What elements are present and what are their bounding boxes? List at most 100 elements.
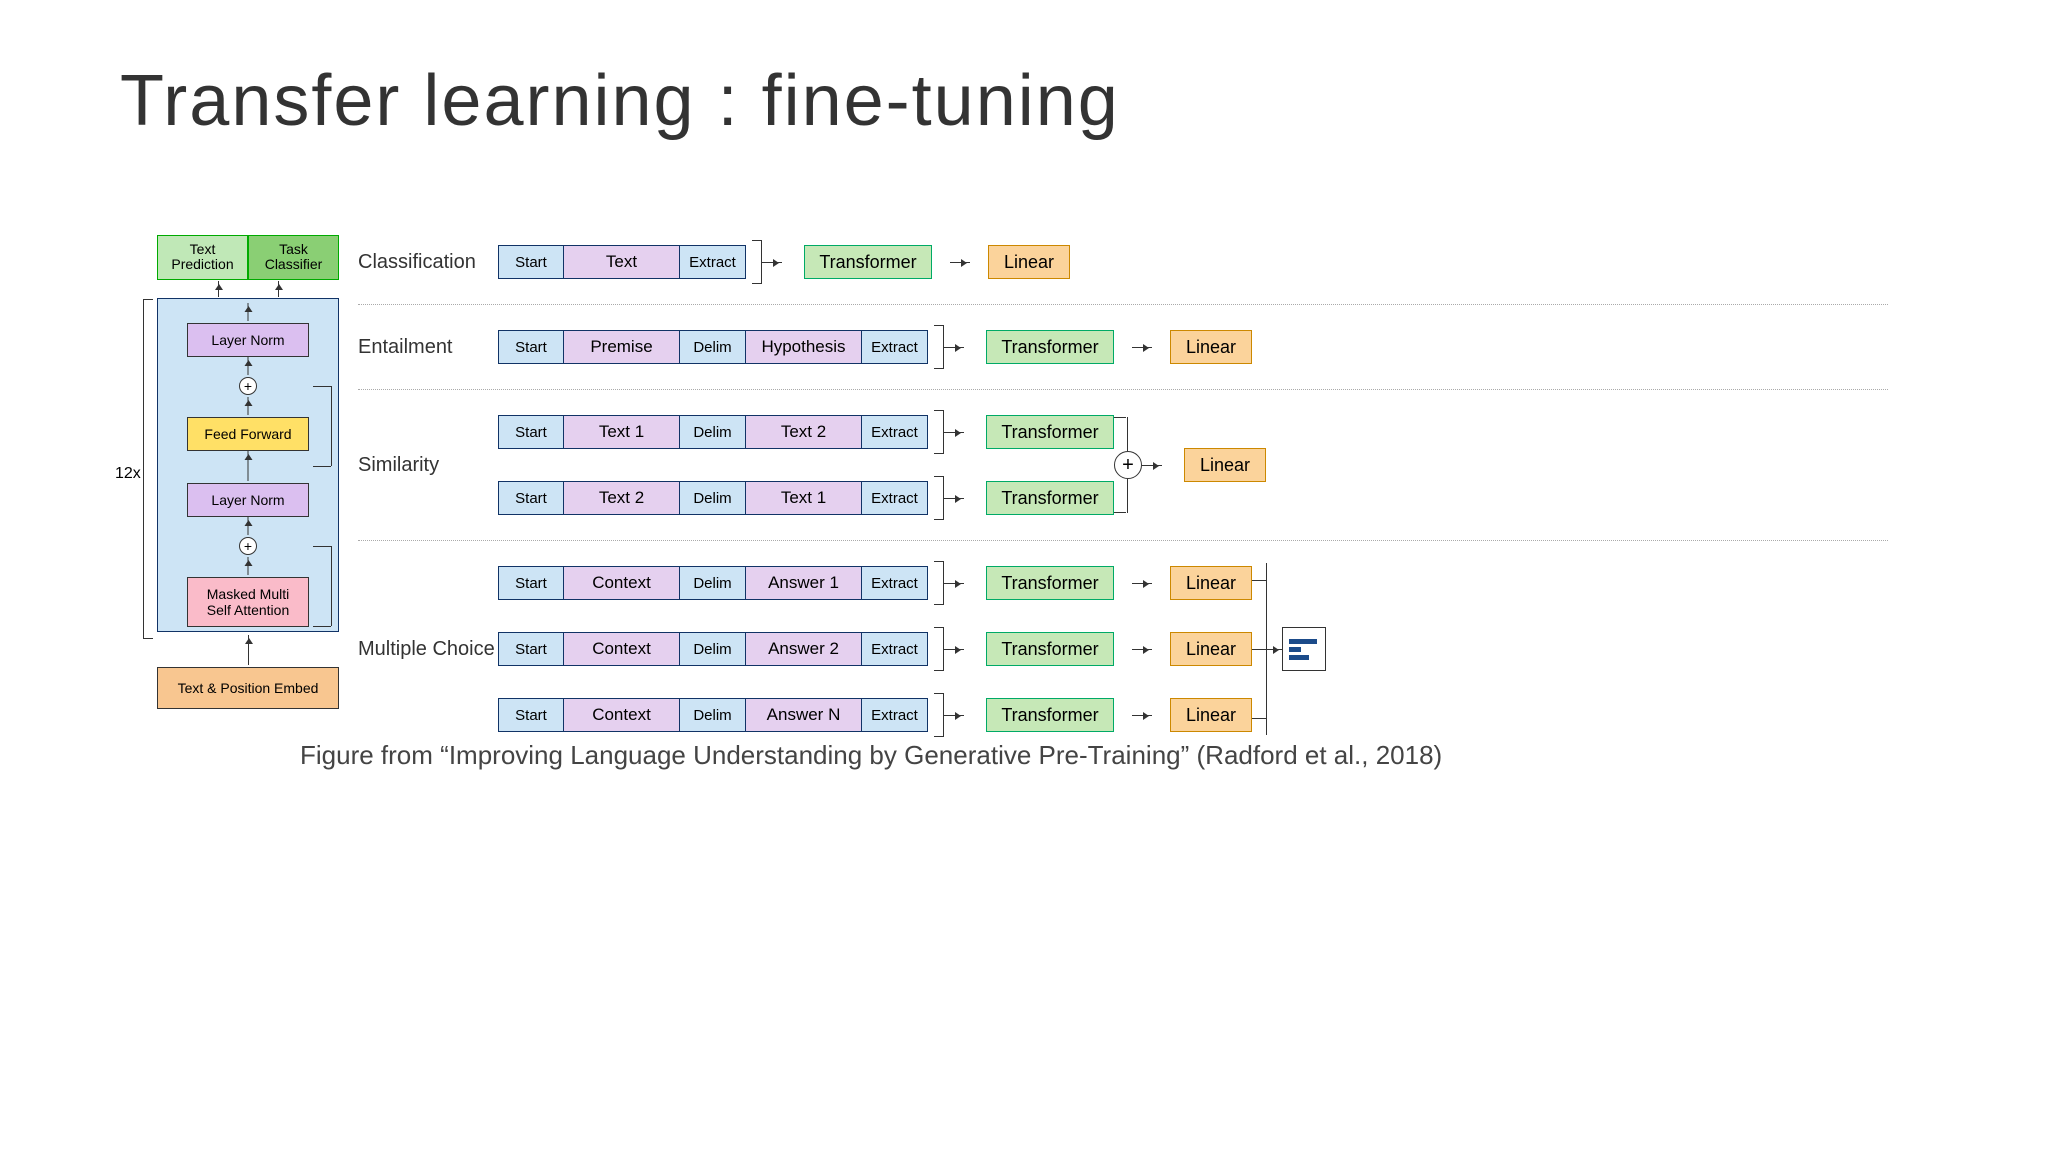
token-text1: Text 1 xyxy=(564,415,680,449)
feed-forward-box: Feed Forward xyxy=(187,417,309,451)
transformer-box: Transformer xyxy=(986,698,1114,732)
token-sequence: Start Context Delim Answer N Extract xyxy=(498,698,928,732)
bracket-icon xyxy=(934,561,944,605)
token-context: Context xyxy=(564,566,680,600)
token-extract: Extract xyxy=(862,330,928,364)
task-label: Multiple Choice xyxy=(358,638,498,661)
caption-prefix: Figure from xyxy=(300,740,440,770)
task-diagrams: Classification Start Text Extract Transf… xyxy=(358,240,1938,737)
transformer-box: Transformer xyxy=(986,415,1114,449)
add-node: + xyxy=(1114,451,1142,479)
bracket-icon xyxy=(934,476,944,520)
token-answer: Answer N xyxy=(746,698,862,732)
task-classification: Classification Start Text Extract Transf… xyxy=(358,240,1938,284)
linear-box: Linear xyxy=(988,245,1070,279)
transformer-box: Transformer xyxy=(804,245,932,279)
token-start: Start xyxy=(498,566,564,600)
transformer-box: Transformer xyxy=(986,481,1114,515)
token-sequence: Start Context Delim Answer 2 Extract xyxy=(498,632,928,666)
head-task-classifier: Task Classifier xyxy=(248,235,339,280)
divider xyxy=(358,540,1888,541)
token-delim: Delim xyxy=(680,632,746,666)
linear-box: Linear xyxy=(1184,448,1266,482)
token-sequence: Start Premise Delim Hypothesis Extract xyxy=(498,330,928,364)
add-node-1: + xyxy=(239,377,257,395)
bracket-icon xyxy=(934,410,944,454)
task-entailment: Entailment Start Premise Delim Hypothesi… xyxy=(358,325,1938,369)
arrow-icon xyxy=(944,498,964,499)
caption-suffix: (Radford et al., 2018) xyxy=(1189,740,1442,770)
arrow-icon xyxy=(1142,465,1162,466)
bracket-icon xyxy=(934,693,944,737)
transformer-block: Layer Norm + Feed Forward Layer Norm + M… xyxy=(157,298,339,632)
token-sequence: Start Text Extract xyxy=(498,245,746,279)
divider xyxy=(358,304,1888,305)
token-extract: Extract xyxy=(862,415,928,449)
token-sequence: Start Text 2 Delim Text 1 Extract xyxy=(498,481,928,515)
add-node-2: + xyxy=(239,537,257,555)
bar-chart-icon xyxy=(1282,627,1326,671)
task-label: Entailment xyxy=(358,336,498,359)
token-start: Start xyxy=(498,415,564,449)
token-premise: Premise xyxy=(564,330,680,364)
token-text2: Text 2 xyxy=(564,481,680,515)
bracket-icon xyxy=(934,627,944,671)
token-start: Start xyxy=(498,330,564,364)
embedding-box: Text & Position Embed xyxy=(157,667,339,709)
token-context: Context xyxy=(564,698,680,732)
masked-multi-self-attention-box: Masked Multi Self Attention xyxy=(187,577,309,627)
token-delim: Delim xyxy=(680,698,746,732)
caption-quote: “Improving Language Understanding by Gen… xyxy=(440,740,1189,770)
token-text: Text xyxy=(564,245,680,279)
linear-box: Linear xyxy=(1170,698,1252,732)
token-delim: Delim xyxy=(680,330,746,364)
transformer-box: Transformer xyxy=(986,330,1114,364)
task-multiple-choice: Multiple Choice Start Context Delim Answ… xyxy=(358,561,1938,737)
arrow-icon xyxy=(1132,347,1152,348)
arrow-icon xyxy=(944,649,964,650)
arrow-icon xyxy=(950,262,970,263)
merge-connector xyxy=(1252,563,1282,735)
linear-box: Linear xyxy=(1170,566,1252,600)
slide-title: Transfer learning : fine-tuning xyxy=(120,60,1120,142)
token-hypothesis: Hypothesis xyxy=(746,330,862,364)
token-start: Start xyxy=(498,481,564,515)
task-similarity: Similarity Start Text 1 Delim Text 2 Ext… xyxy=(358,410,1938,520)
merge-connector: + xyxy=(1114,417,1142,513)
figure-caption: Figure from “Improving Language Understa… xyxy=(300,740,1442,771)
arrow-icon xyxy=(944,347,964,348)
token-extract: Extract xyxy=(862,481,928,515)
token-answer: Answer 1 xyxy=(746,566,862,600)
arrow-icon xyxy=(944,583,964,584)
layer-norm-box-2: Layer Norm xyxy=(187,483,309,517)
head-text-prediction: Text Prediction xyxy=(157,235,248,280)
arrow-icon xyxy=(762,262,782,263)
transformer-box: Transformer xyxy=(986,632,1114,666)
token-delim: Delim xyxy=(680,481,746,515)
repeat-bracket xyxy=(143,299,153,639)
token-text2: Text 2 xyxy=(746,415,862,449)
token-sequence: Start Text 1 Delim Text 2 Extract xyxy=(498,415,928,449)
task-label: Classification xyxy=(358,251,498,274)
arrow-icon xyxy=(944,432,964,433)
token-delim: Delim xyxy=(680,415,746,449)
layer-norm-box-1: Layer Norm xyxy=(187,323,309,357)
transformer-box: Transformer xyxy=(986,566,1114,600)
token-text1: Text 1 xyxy=(746,481,862,515)
transformer-architecture: Text Prediction Task Classifier Layer No… xyxy=(115,235,355,735)
token-extract: Extract xyxy=(862,698,928,732)
arrow-icon xyxy=(1132,649,1152,650)
arrow-icon xyxy=(944,715,964,716)
token-extract: Extract xyxy=(680,245,746,279)
token-start: Start xyxy=(498,245,564,279)
token-answer: Answer 2 xyxy=(746,632,862,666)
arrow-icon xyxy=(1132,583,1152,584)
token-context: Context xyxy=(564,632,680,666)
divider xyxy=(358,389,1888,390)
token-start: Start xyxy=(498,632,564,666)
token-start: Start xyxy=(498,698,564,732)
linear-box: Linear xyxy=(1170,632,1252,666)
token-extract: Extract xyxy=(862,632,928,666)
arrow-icon xyxy=(1132,715,1152,716)
token-sequence: Start Context Delim Answer 1 Extract xyxy=(498,566,928,600)
